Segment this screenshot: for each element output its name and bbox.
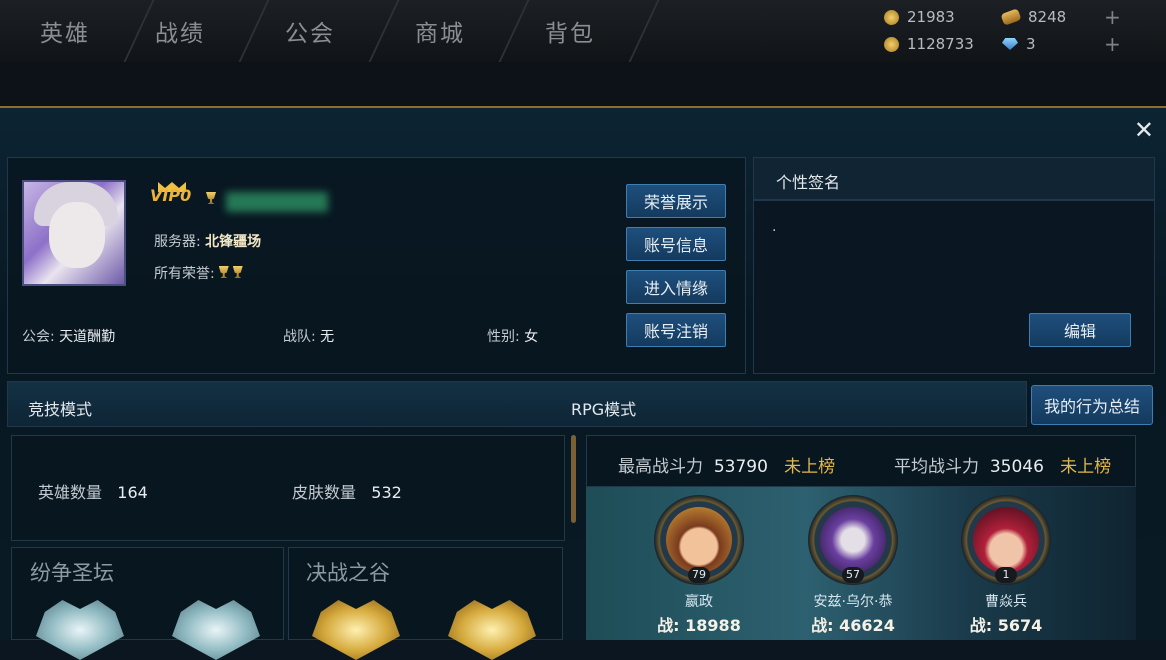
honor-trophy-icon — [218, 266, 229, 278]
guild-row: 公会: 天道酬勤 — [22, 329, 116, 345]
gold-resource: 21983 — [884, 8, 955, 26]
max-power-row: 最高战斗力 53790 未上榜 — [618, 457, 836, 477]
close-icon[interactable]: ✕ — [1134, 116, 1154, 144]
ingot-icon — [1000, 8, 1022, 26]
behavior-summary-button[interactable]: 我的行为总结 — [1031, 385, 1153, 425]
diamond-icon — [1002, 38, 1018, 50]
coupon-resource: 1128733 — [884, 35, 974, 53]
skin-count-row: 皮肤数量 532 — [292, 483, 402, 502]
hero-portrait — [820, 507, 886, 573]
top-nav-bar: 英雄 战绩 公会 商城 背包 21983 8248 1128733 3 + + — [0, 0, 1166, 62]
hero-power: 战: 5674 — [969, 616, 1043, 635]
header-band — [0, 62, 1166, 106]
coupon-coin-icon — [884, 36, 899, 52]
tab-bag[interactable]: 背包 — [505, 0, 660, 62]
add-ingot-button[interactable]: + — [1104, 5, 1121, 29]
signature-text: . — [772, 219, 777, 235]
edit-signature-button[interactable]: 编辑 — [1029, 313, 1131, 347]
rank-badge-icon — [312, 600, 400, 660]
player-name-blurred — [226, 192, 328, 212]
avg-power-row: 平均战斗力 35046 未上榜 — [894, 457, 1112, 477]
hero-card[interactable]: 57 安兹·乌尔·恭 战: 46624 — [808, 495, 898, 640]
tab-shop[interactable]: 商城 — [375, 0, 530, 62]
signature-box: . — [753, 200, 1155, 374]
hero-card[interactable]: 1 曹焱兵 战: 5674 — [961, 495, 1051, 640]
honor-display-button[interactable]: 荣誉展示 — [626, 184, 726, 218]
hero-portrait — [973, 507, 1039, 573]
hero-level: 79 — [688, 567, 710, 583]
tab-records[interactable]: 战绩 — [115, 0, 270, 62]
hero-name: 安兹·乌尔·恭 — [813, 594, 893, 610]
honors-row: 所有荣誉: — [154, 263, 243, 283]
server-row: 服务器: 北锋疆场 — [154, 234, 262, 250]
hero-portrait — [666, 507, 732, 573]
tab-competitive-mode[interactable]: 竞技模式 — [28, 396, 92, 420]
arena-title-right: 决战之谷 — [306, 561, 390, 585]
hero-level: 57 — [842, 567, 864, 583]
hero-count-row: 英雄数量 164 — [38, 483, 148, 502]
mode-bar: 竞技模式 RPG模式 — [7, 381, 1027, 427]
ingot-resource: 8248 — [1000, 8, 1066, 26]
hero-power: 战: 18988 — [657, 616, 741, 635]
avatar[interactable] — [22, 180, 126, 286]
hero-card[interactable]: 79 嬴政 战: 18988 — [654, 495, 744, 640]
honor-trophy-icon — [232, 266, 243, 278]
arena-title-left: 纷争圣坛 — [30, 561, 114, 585]
team-row: 战队: 无 — [283, 329, 335, 345]
account-info-button[interactable]: 账号信息 — [626, 227, 726, 261]
scrollbar[interactable] — [571, 435, 576, 523]
signature-title: 个性签名 — [753, 157, 1155, 200]
rank-badge-icon — [448, 600, 536, 660]
add-diamond-button[interactable]: + — [1104, 32, 1121, 56]
enter-bond-button[interactable]: 进入情缘 — [626, 270, 726, 304]
tab-rpg-mode[interactable]: RPG模式 — [571, 396, 636, 420]
cancel-account-button[interactable]: 账号注销 — [626, 313, 726, 347]
tab-heroes[interactable]: 英雄 — [0, 0, 155, 62]
hero-name: 嬴政 — [685, 594, 713, 610]
gender-row: 性别: 女 — [487, 329, 539, 345]
gold-coin-icon — [884, 9, 899, 25]
tab-guild[interactable]: 公会 — [245, 0, 400, 62]
hero-name: 曹焱兵 — [985, 594, 1027, 610]
hero-level: 1 — [995, 567, 1017, 583]
diamond-resource: 3 — [1002, 35, 1036, 53]
vip-badge: VIP0 — [150, 186, 192, 205]
hero-power: 战: 46624 — [811, 616, 895, 635]
